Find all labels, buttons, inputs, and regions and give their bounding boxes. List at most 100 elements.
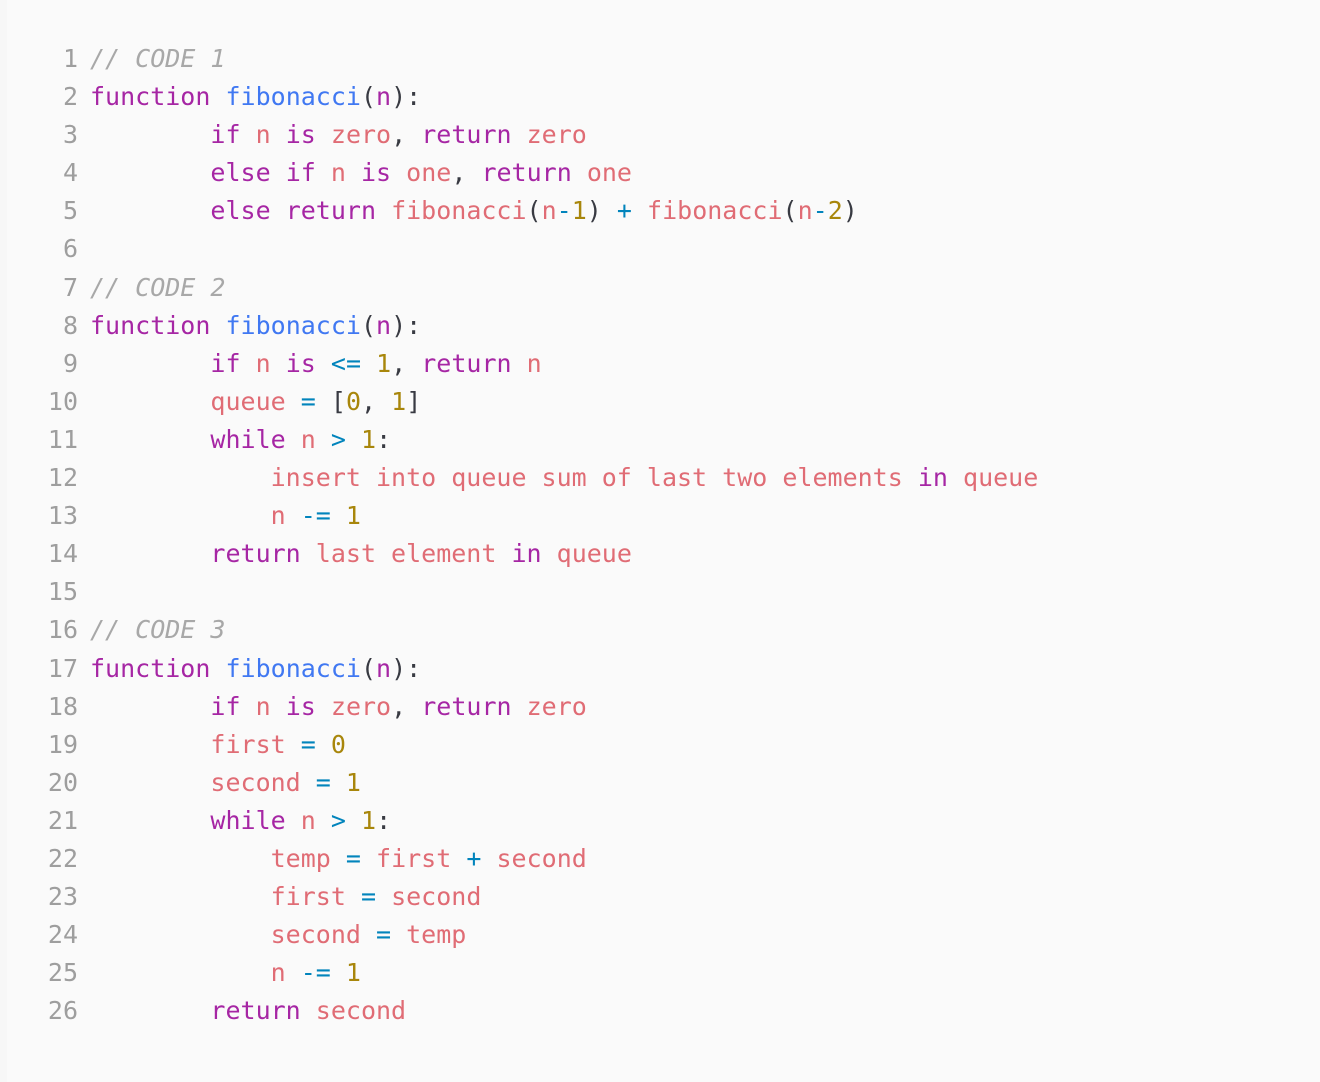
code-token-num: 1	[361, 805, 377, 835]
code-token-kw: return	[210, 996, 301, 1026]
code-token-num: 1	[345, 501, 361, 531]
code-line-text[interactable]: insert into queue sum of last two elemen…	[78, 459, 1039, 497]
code-line-text[interactable]: while n > 1:	[78, 802, 391, 840]
code-line[interactable]: 2 function fibonacci(n):	[0, 78, 1320, 116]
code-token-kw: return	[421, 120, 512, 150]
code-line[interactable]: 4 else if n is one, return one	[0, 154, 1320, 192]
code-line-text[interactable]: second = temp	[78, 916, 467, 954]
code-line-text[interactable]: else return fibonacci(n-1) + fibonacci(n…	[78, 192, 858, 230]
line-number: 17	[47, 653, 78, 683]
code-token-name: n	[255, 691, 271, 721]
code-token-punct: ]	[406, 386, 422, 416]
code-line[interactable]: 11 while n > 1:	[0, 421, 1320, 459]
code-line-text[interactable]: while n > 1:	[78, 421, 391, 459]
code-line[interactable]: 19 first = 0	[0, 726, 1320, 764]
code-line[interactable]: 13 n -= 1	[0, 497, 1320, 535]
code-line-text[interactable]: if n is <= 1, return n	[78, 345, 541, 383]
code-line[interactable]: 1 // CODE 1	[0, 40, 1320, 78]
code-line-text[interactable]: first = 0	[78, 726, 346, 764]
code-token-punct: ,	[391, 691, 407, 721]
code-line-text[interactable]: second = 1	[78, 764, 361, 802]
code-line-text[interactable]: // CODE 2	[78, 269, 225, 307]
code-token-kw: return	[421, 691, 512, 721]
code-line[interactable]: 17 function fibonacci(n):	[0, 650, 1320, 688]
code-line[interactable]: 8 function fibonacci(n):	[0, 307, 1320, 345]
code-line[interactable]: 12 insert into queue sum of last two ele…	[0, 459, 1320, 497]
code-line[interactable]: 10 queue = [0, 1]	[0, 383, 1320, 421]
line-number: 11	[47, 424, 78, 454]
code-line-text[interactable]: n -= 1	[78, 497, 361, 535]
code-line-text[interactable]: // CODE 1	[78, 40, 225, 78]
code-line-text[interactable]: n -= 1	[78, 954, 361, 992]
code-token-punct: :	[376, 805, 392, 835]
code-token-name: insert into queue sum of last two elemen…	[270, 463, 903, 493]
code-line[interactable]: 16 // CODE 3	[0, 611, 1320, 649]
code-line[interactable]: 3 if n is zero, return zero	[0, 116, 1320, 154]
code-line[interactable]: 14 return last element in queue	[0, 535, 1320, 573]
code-line[interactable]: 18 if n is zero, return zero	[0, 688, 1320, 726]
code-line[interactable]: 15	[0, 573, 1320, 611]
code-line-text[interactable]: function fibonacci(n):	[78, 78, 421, 116]
code-line[interactable]: 26 return second	[0, 992, 1320, 1030]
code-token-op: =	[360, 882, 377, 912]
code-token-fncall: fibonacci	[391, 196, 527, 226]
code-line-text[interactable]: return second	[78, 992, 406, 1030]
code-line[interactable]: 5 else return fibonacci(n-1) + fibonacci…	[0, 192, 1320, 230]
code-line-text[interactable]: return last element in queue	[78, 535, 632, 573]
code-line-text[interactable]: if n is zero, return zero	[78, 688, 586, 726]
code-token-op: <=	[330, 348, 361, 378]
code-line-list: 1// CODE 1 2 function fibonacci(n): 3 if n …	[0, 40, 1320, 1030]
code-viewer[interactable]: 1// CODE 1 2 function fibonacci(n): 3 if n …	[0, 0, 1320, 1082]
line-number: 13	[47, 501, 78, 531]
code-line[interactable]: 22 temp = first + second	[0, 840, 1320, 878]
code-line-text[interactable]: function fibonacci(n):	[78, 307, 421, 345]
code-line[interactable]: 7 // CODE 2	[0, 269, 1320, 307]
code-line-text[interactable]: queue = [0, 1]	[78, 383, 421, 421]
line-number: 12	[47, 463, 78, 493]
code-token-name: second	[210, 767, 301, 797]
code-line-text[interactable]: if n is zero, return zero	[78, 116, 586, 154]
line-number: 4	[62, 158, 78, 188]
code-line[interactable]: 20 second = 1	[0, 764, 1320, 802]
code-line[interactable]: 21 while n > 1:	[0, 802, 1320, 840]
code-line[interactable]: 25 n -= 1	[0, 954, 1320, 992]
code-token-fndef: fibonacci	[225, 653, 361, 683]
code-token-op: >	[330, 805, 346, 835]
code-line-text[interactable]: temp = first + second	[78, 840, 587, 878]
code-line[interactable]: 23 first = second	[0, 878, 1320, 916]
code-token-name: one	[406, 158, 452, 188]
code-token-punct: )	[842, 196, 858, 226]
code-line[interactable]: 24 second = temp	[0, 916, 1320, 954]
code-line-text[interactable]: else if n is one, return one	[78, 154, 632, 192]
code-line-text[interactable]: function fibonacci(n):	[78, 650, 421, 688]
code-line-text[interactable]: // CODE 3	[78, 611, 225, 649]
code-line[interactable]: 6	[0, 230, 1320, 268]
code-token-name: queue	[210, 386, 286, 416]
code-line[interactable]: 9 if n is <= 1, return n	[0, 345, 1320, 383]
line-number: 7	[62, 272, 78, 302]
code-line-text[interactable]: first = second	[78, 878, 482, 916]
